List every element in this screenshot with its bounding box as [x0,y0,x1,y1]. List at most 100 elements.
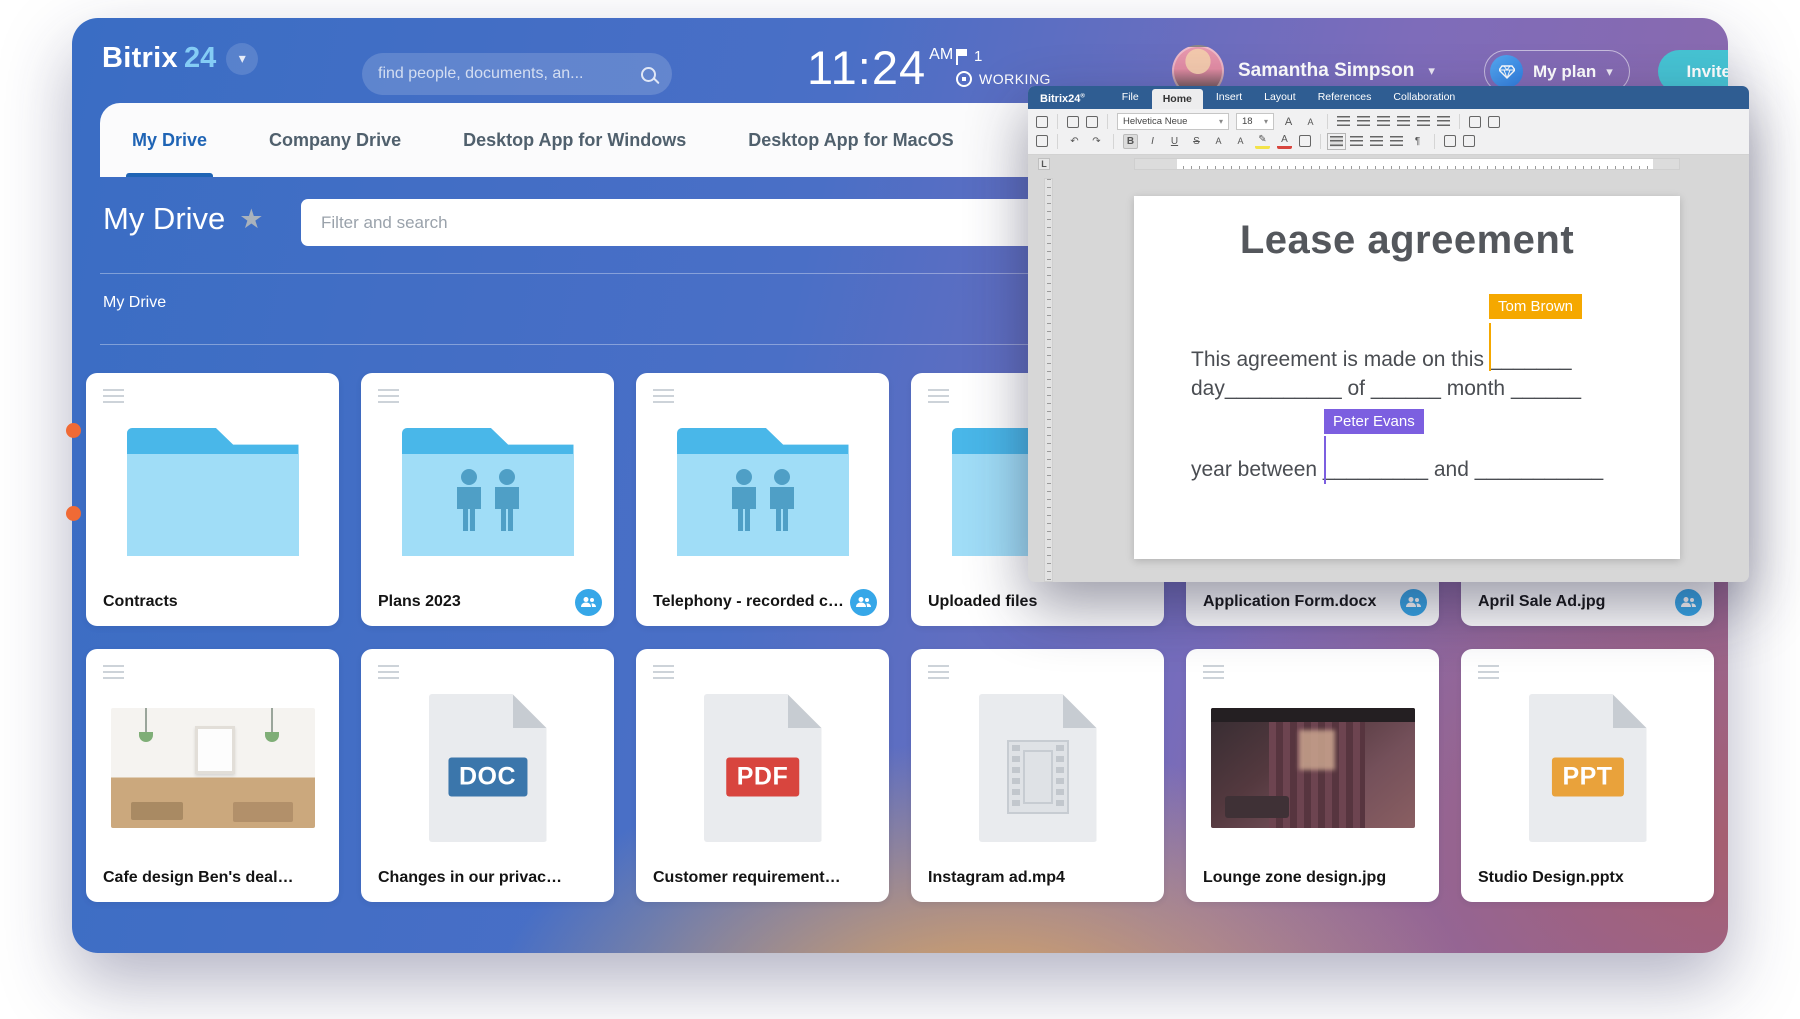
pdf-badge: PDF [726,757,800,796]
clipboard-icon[interactable] [1036,135,1048,147]
drive-card[interactable]: PDF Customer requirements.pdf [636,649,889,902]
ppt-file-icon: PPT [1529,694,1647,842]
vertical-ruler[interactable] [1044,178,1053,582]
share-badge-icon [1675,589,1702,616]
breadcrumb[interactable]: My Drive [103,294,166,312]
menu-collaboration[interactable]: Collaboration [1382,86,1466,109]
tab-desktop-app-macos[interactable]: Desktop App for MacOS [748,103,953,177]
drive-card[interactable]: Plans 2023 [361,373,614,626]
flag-icon [956,49,968,65]
mail-icon[interactable] [1463,135,1475,147]
card-menu-icon[interactable] [378,389,399,403]
paste-icon[interactable] [1086,116,1098,128]
notification-dot [66,423,81,438]
card-label: Changes in our privacy poli... [378,869,570,887]
fill-color-icon[interactable] [1299,135,1311,147]
search-icon [641,67,656,82]
outdent-icon[interactable] [1397,116,1410,127]
tab-my-drive[interactable]: My Drive [132,103,207,177]
editor-brand-text: Bitrix24 [1040,93,1080,105]
tab-stop-selector[interactable]: L [1038,158,1050,170]
subscript-icon[interactable]: A [1233,134,1248,149]
font-size-select[interactable]: 18▾ [1236,113,1274,130]
horizontal-ruler[interactable]: L [1028,156,1749,173]
align-center-icon[interactable] [1350,136,1363,147]
multilevel-list-icon[interactable] [1377,116,1390,127]
gem-icon [1490,55,1523,88]
work-status[interactable]: 1 WORKING [956,48,1051,87]
registered-mark: ® [1080,93,1084,99]
card-menu-icon[interactable] [103,389,124,403]
search-input[interactable] [378,65,641,83]
flag-count: 1 [974,48,982,65]
drive-card[interactable]: PPT Studio Design.pptx [1461,649,1714,902]
doc-badge: DOC [448,757,527,796]
clock: 11:24 AM [807,40,953,95]
redo-icon[interactable]: ↷ [1089,134,1104,149]
numbered-list-icon[interactable] [1357,116,1370,127]
insert-image-icon[interactable] [1488,116,1500,128]
chevron-down-icon: ▾ [1428,63,1435,79]
favorite-star-icon[interactable]: ★ [239,204,263,235]
card-label: Telephony - recorded calls [653,593,845,611]
record-stop-icon [956,71,972,87]
pilcrow-icon[interactable]: ¶ [1410,134,1425,149]
menu-insert[interactable]: Insert [1205,86,1253,109]
card-menu-icon[interactable] [103,665,124,679]
collab-cursor-tom-brown: Tom Brown [1489,294,1582,319]
highlight-color-icon[interactable]: ✎ [1255,134,1270,149]
logo-brand-text: Bitrix [102,42,178,75]
undo-icon[interactable]: ↶ [1067,134,1082,149]
indent-icon[interactable] [1417,116,1430,127]
card-menu-icon[interactable] [653,389,674,403]
menu-home[interactable]: Home [1152,89,1203,109]
menu-file[interactable]: File [1111,86,1150,109]
superscript-icon[interactable]: A [1211,134,1226,149]
align-left-icon[interactable] [1330,136,1343,147]
link-icon[interactable] [1444,135,1456,147]
copy-icon[interactable] [1067,116,1079,128]
bullet-list-icon[interactable] [1337,116,1350,127]
drive-card[interactable]: Lounge zone design.jpg [1186,649,1439,902]
drive-card[interactable]: Telephony - recorded calls [636,373,889,626]
card-menu-icon[interactable] [653,665,674,679]
increase-font-icon[interactable]: A [1281,114,1296,129]
strikethrough-button[interactable]: S [1189,134,1204,149]
align-right-icon[interactable] [1370,136,1383,147]
logo-chevron-button[interactable]: ▾ [226,43,258,75]
global-search[interactable] [362,53,672,95]
collab-caret-peter-evans [1324,436,1326,484]
drive-card[interactable]: Instagram ad.mp4 [911,649,1164,902]
font-color-icon[interactable]: A [1277,134,1292,149]
document-page[interactable]: Lease agreement Tom Brown This agreement… [1134,196,1680,559]
card-menu-icon[interactable] [1203,665,1224,679]
card-menu-icon[interactable] [378,665,399,679]
user-name: Samantha Simpson [1238,60,1414,82]
card-menu-icon[interactable] [928,665,949,679]
drive-card[interactable]: DOC Changes in our privacy poli... [361,649,614,902]
font-family-select[interactable]: Helvetica Neue▾ [1117,113,1229,130]
drive-card[interactable]: Contracts [86,373,339,626]
italic-button[interactable]: I [1145,134,1160,149]
underline-button[interactable]: U [1167,134,1182,149]
tab-company-drive[interactable]: Company Drive [269,103,401,177]
chevron-down-icon: ▾ [1606,64,1613,80]
card-menu-icon[interactable] [928,389,949,403]
menu-references[interactable]: References [1307,86,1383,109]
share-badge-icon [1400,589,1427,616]
tab-desktop-app-windows[interactable]: Desktop App for Windows [463,103,686,177]
align-justify-icon[interactable] [1390,136,1403,147]
clear-format-icon[interactable] [1469,116,1481,128]
card-menu-icon[interactable] [1478,665,1499,679]
share-badge-icon [575,589,602,616]
bold-button[interactable]: B [1123,134,1138,149]
editor-menu-bar: Bitrix24® File Home Insert Layout Refere… [1028,86,1749,109]
invite-label: Invite [1687,62,1728,82]
document-text-line: This agreement is made on this _______ [1191,348,1660,372]
menu-layout[interactable]: Layout [1253,86,1307,109]
decrease-font-icon[interactable]: A [1303,114,1318,129]
card-label: Cafe design Ben's deal.jpg [103,869,295,887]
print-icon[interactable] [1036,116,1048,128]
drive-card[interactable]: Cafe design Ben's deal.jpg [86,649,339,902]
line-spacing-icon[interactable] [1437,116,1450,127]
